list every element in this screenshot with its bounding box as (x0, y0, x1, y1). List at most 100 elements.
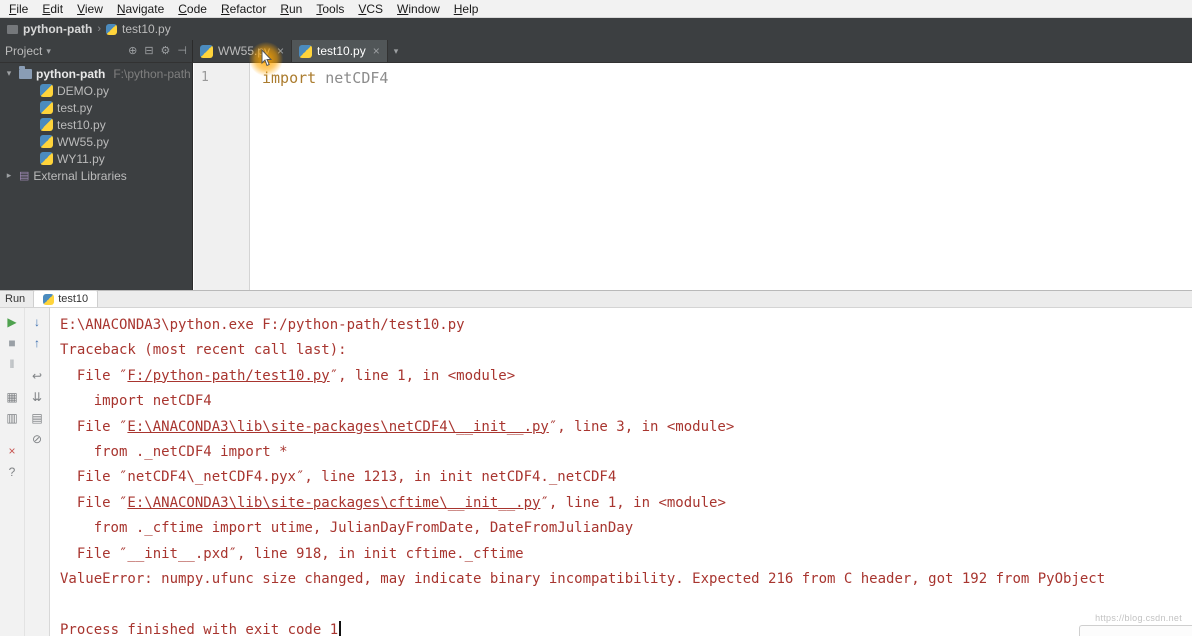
run-tab-label: test10 (58, 293, 89, 305)
up-stacktrace-icon[interactable]: ↑ (29, 335, 46, 351)
menu-item-vcs[interactable]: VCS (351, 2, 390, 16)
run-toolbar-right: ↓ ↑ ↩ ⇊ ▤ ⊘ (25, 308, 50, 636)
stacktrace-link[interactable]: E:\ANACONDA3\lib\site-packages\cftime\__… (127, 495, 540, 511)
stacktrace-link[interactable]: F:/python-path/test10.py (127, 368, 329, 384)
menu-item-run[interactable]: Run (273, 2, 309, 16)
locate-file-icon[interactable]: ⊕ (128, 45, 137, 57)
python-file-icon (40, 152, 53, 165)
tab-label: test10.py (317, 44, 366, 58)
project-view-dropdown[interactable]: Project ▾ (5, 44, 51, 58)
scroll-to-end-icon[interactable]: ⇊ (29, 389, 46, 405)
clear-all-icon[interactable]: ⊘ (29, 431, 46, 447)
project-header-icons: ⊕ ⊟ ⚙ ⊣ (128, 45, 187, 57)
file-name: WY11.py (57, 151, 105, 166)
tree-item-ww55-py[interactable]: WW55.py (0, 133, 192, 150)
console-line: import netCDF4 (93, 393, 212, 410)
console-text: ″, line 1, in <module> (329, 367, 516, 384)
chevron-down-icon[interactable]: ▾ (394, 46, 399, 57)
menu-item-tools[interactable]: Tools (309, 2, 351, 16)
hide-panel-icon[interactable]: ⊣ (177, 45, 187, 57)
breadcrumb-separator-icon: › (97, 23, 101, 35)
menu-item-view[interactable]: View (70, 2, 110, 16)
close-tab-icon[interactable]: × (277, 44, 284, 58)
tab-label: WW55.py (218, 44, 271, 58)
pin-tab-icon[interactable]: ▥ (4, 410, 21, 426)
console-line: Process finished with exit code 1 (60, 618, 1192, 636)
chevron-down-icon[interactable]: ▾ (3, 68, 15, 79)
menu-item-code[interactable]: Code (171, 2, 214, 16)
file-name: WW55.py (57, 134, 110, 149)
breadcrumb-file[interactable]: test10.py (122, 22, 171, 36)
stop-icon[interactable]: ■ (4, 335, 21, 351)
file-name: test10.py (57, 117, 106, 132)
stacktrace-link[interactable]: E:\ANACONDA3\lib\site-packages\netCDF4\_… (127, 419, 548, 435)
settings-icon[interactable]: ⚙ (161, 45, 171, 57)
console-text: File ″ (76, 367, 128, 384)
tree-item-wy11-py[interactable]: WY11.py (0, 150, 192, 167)
editor-tab-ww55-py[interactable]: WW55.py × (193, 40, 293, 62)
menu-bar: File Edit View Navigate Code Refactor Run Tools… (0, 0, 1192, 18)
editor-gutter: 1 (194, 63, 250, 290)
editor[interactable]: 1 import netCDF4 (194, 63, 1192, 290)
project-panel-header: Project ▾ ⊕ ⊟ ⚙ ⊣ (0, 40, 193, 62)
external-libraries-label: External Libraries (33, 168, 127, 183)
tree-item-root[interactable]: ▾ python-path F:\python-path (0, 65, 192, 82)
tree-item-test-py[interactable]: test.py (0, 99, 192, 116)
soft-wrap-icon[interactable]: ↩ (29, 368, 46, 384)
console-line: ValueError: numpy.ufunc size changed, ma… (60, 570, 1106, 587)
menu-item-window[interactable]: Window (390, 2, 447, 16)
file-name: test.py (57, 100, 93, 115)
console-line: Traceback (most recent call last): (60, 342, 347, 359)
editor-tab-test10-py[interactable]: test10.py × (292, 40, 388, 62)
menu-item-navigate[interactable]: Navigate (110, 2, 171, 16)
print-icon[interactable]: ▤ (29, 410, 46, 426)
text-caret (339, 620, 341, 636)
project-node-icon (7, 24, 18, 34)
python-file-icon (40, 118, 53, 131)
console-line: from ._netCDF4 import * (93, 443, 288, 460)
run-tab-test10[interactable]: test10 (33, 290, 99, 307)
console-line: File ″netCDF4\_netCDF4.pyx″, line 1213, … (76, 469, 617, 486)
project-view-label: Project (5, 44, 43, 58)
file-name: DEMO.py (57, 83, 110, 98)
python-file-icon (43, 293, 55, 305)
editor-tab-bar: WW55.py × test10.py × ▾ (193, 40, 1192, 62)
folder-icon (19, 65, 32, 79)
rerun-icon[interactable]: ▶ (4, 314, 21, 330)
run-toolbar-left: ▶ ■ ‖ ▦ ▥ ×? (0, 308, 25, 636)
run-panel: Run test10 ▶ ■ ‖ ▦ ▥ ×? ↓ ↑ ↩ ⇊ ▤ ⊘ E:\ANACONDA3\p… (0, 290, 1192, 636)
console-line: from ._cftime import utime, JulianDayFro… (93, 520, 634, 537)
menu-item-refactor[interactable]: Refactor (214, 2, 273, 16)
project-root-name: python-path (36, 66, 106, 81)
console-text: ″, line 1, in <module> (540, 494, 726, 511)
run-body: ▶ ■ ‖ ▦ ▥ ×? ↓ ↑ ↩ ⇊ ▤ ⊘ E:\ANACONDA3\python.exe F… (0, 308, 1192, 636)
tree-item-test10-py[interactable]: test10.py (0, 116, 192, 133)
header-row: Project ▾ ⊕ ⊟ ⚙ ⊣ WW55.py × test10.py × ▾ (0, 40, 1192, 63)
chevron-right-icon[interactable]: ▸ (3, 170, 15, 181)
console-line: File ″E:\ANACONDA3\lib\site-packages\cft… (60, 491, 1192, 516)
pause-icon[interactable]: ‖ (4, 356, 21, 372)
close-icon[interactable]: × (4, 443, 21, 459)
corner-popup (1079, 625, 1192, 636)
code-area[interactable]: import netCDF4 (250, 63, 388, 290)
down-stacktrace-icon[interactable]: ↓ (29, 314, 46, 330)
restore-layout-icon[interactable]: ▦ (4, 389, 21, 405)
python-file-icon (299, 44, 313, 58)
menu-item-file[interactable]: File (2, 2, 35, 16)
tree-item-external-libraries[interactable]: ▸ ▤ External Libraries (0, 167, 192, 184)
help-icon[interactable]: ? (4, 464, 21, 480)
project-root-path: F:\python-path (113, 66, 191, 81)
run-panel-label: Run (5, 293, 26, 305)
console[interactable]: E:\ANACONDA3\python.exe F:/python-path/t… (50, 308, 1192, 636)
line-number: 1 (201, 70, 209, 85)
project-file-list: DEMO.py test.py test10.py WW55.py WY11.py (0, 82, 192, 167)
code-keyword: import (262, 69, 317, 87)
tree-item-demo-py[interactable]: DEMO.py (0, 82, 192, 99)
menu-item-help[interactable]: Help (447, 2, 486, 16)
menu-item-edit[interactable]: Edit (35, 2, 70, 16)
breadcrumb-project[interactable]: python-path (23, 22, 92, 36)
run-panel-header: Run test10 (0, 290, 1192, 308)
collapse-all-icon[interactable]: ⊟ (144, 45, 153, 57)
close-tab-icon[interactable]: × (373, 44, 380, 58)
